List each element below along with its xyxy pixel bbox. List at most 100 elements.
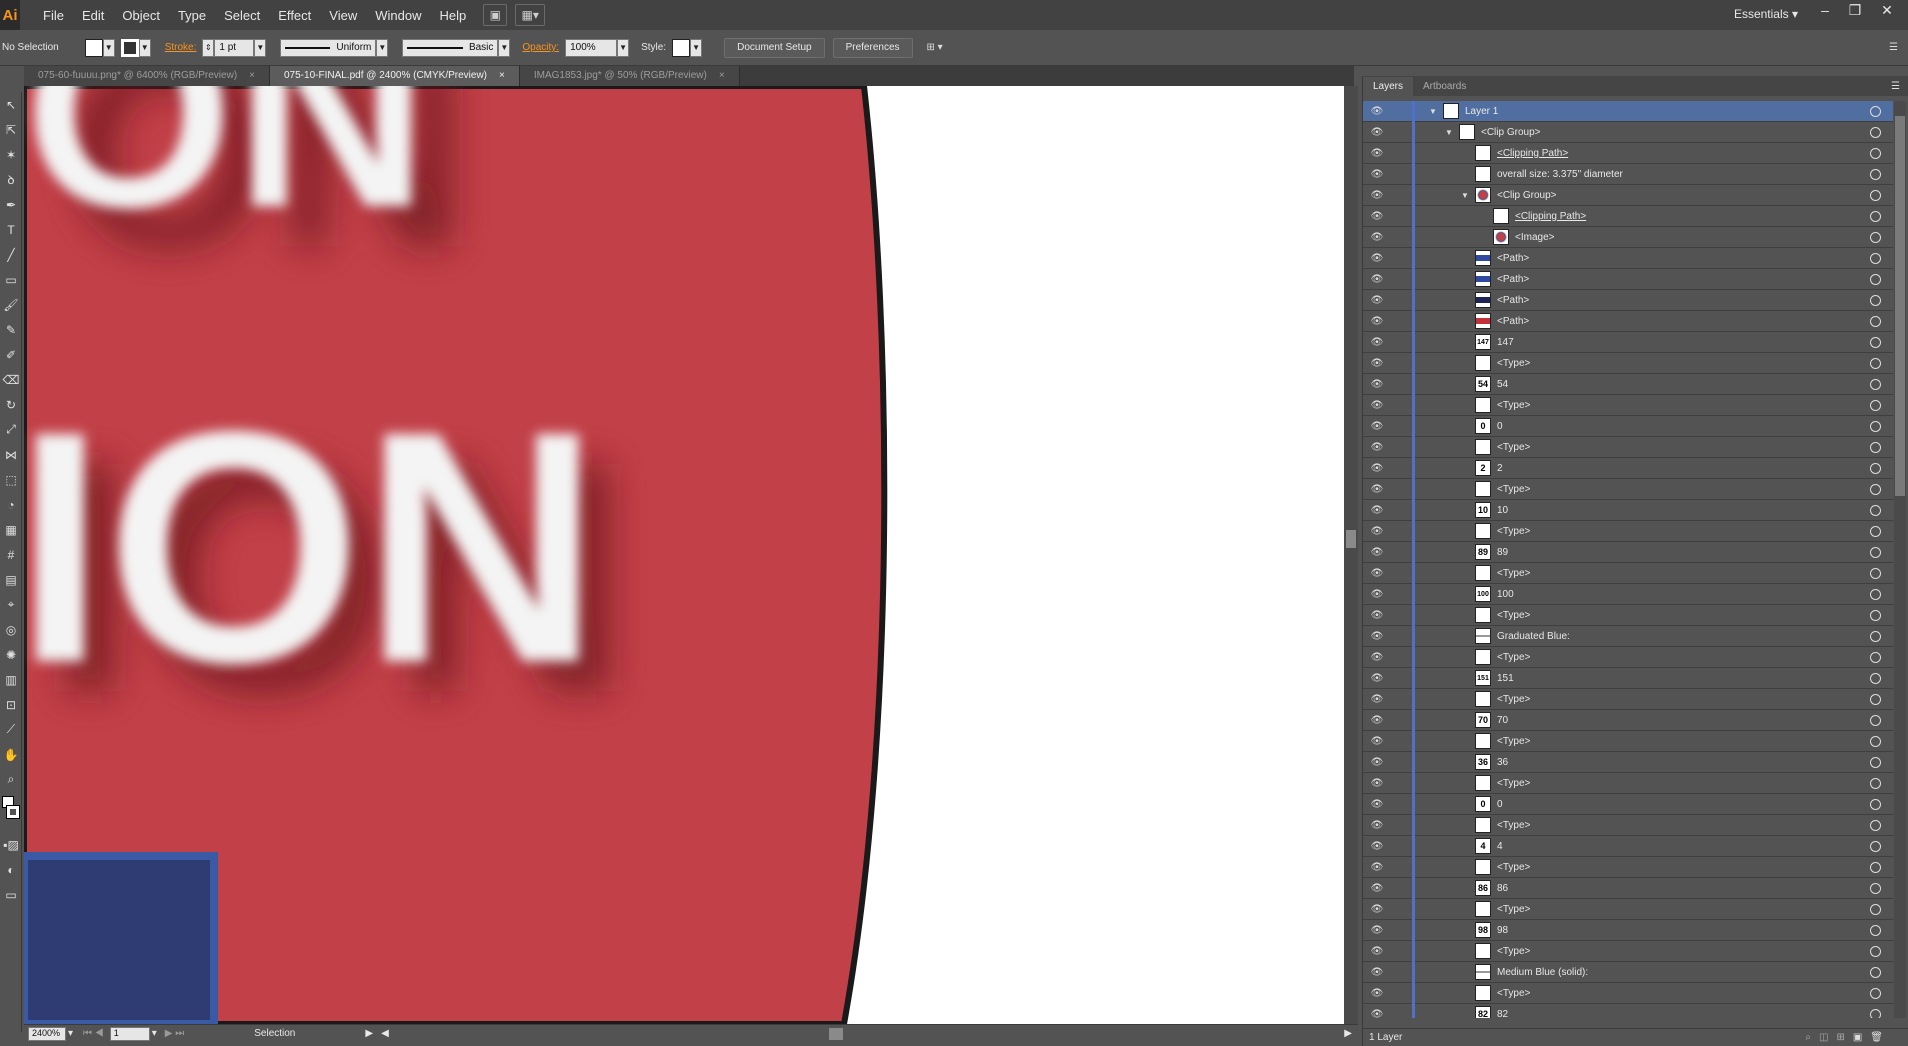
layer-row[interactable]: 👁 Medium Blue (solid): — [1363, 962, 1893, 983]
target-circle-icon[interactable] — [1870, 210, 1881, 222]
visibility-eye-icon[interactable]: 👁 — [1369, 169, 1385, 180]
stroke-label[interactable]: Stroke: — [165, 42, 197, 53]
fill-dropdown-icon[interactable]: ▼ — [102, 38, 115, 57]
target-circle-icon[interactable] — [1870, 630, 1881, 642]
layer-name[interactable]: <Type> — [1497, 526, 1530, 537]
layer-row[interactable]: 👁 Graduated Blue: — [1363, 626, 1893, 647]
menu-file[interactable]: File — [34, 8, 73, 23]
layer-row[interactable]: 👁 <Type> — [1363, 773, 1893, 794]
visibility-eye-icon[interactable]: 👁 — [1369, 673, 1385, 684]
stroke-dropdown-icon[interactable]: ▼ — [138, 38, 151, 57]
new-layer-icon[interactable]: ▣ — [1853, 1032, 1862, 1043]
artboard-dropdown-icon[interactable]: ▾ — [152, 1028, 157, 1039]
layer-name[interactable]: <Type> — [1497, 946, 1530, 957]
panel-menu-icon[interactable]: ☰ — [1883, 77, 1908, 96]
layer-row[interactable]: 👁 <Type> — [1363, 605, 1893, 626]
target-circle-icon[interactable] — [1870, 252, 1881, 264]
eyedropper-tool-icon[interactable]: ⌖ — [0, 592, 22, 617]
visibility-eye-icon[interactable]: 👁 — [1369, 421, 1385, 432]
gradient-tool-icon[interactable]: ▤ — [0, 567, 22, 592]
target-circle-icon[interactable] — [1870, 861, 1881, 873]
layer-name[interactable]: 98 — [1497, 925, 1508, 936]
layer-name[interactable]: <Type> — [1497, 862, 1530, 873]
workspace-switcher[interactable]: Essentials ▾ — [1734, 7, 1798, 21]
target-circle-icon[interactable] — [1870, 168, 1881, 180]
main-text[interactable]: ION — [24, 362, 601, 731]
blue-box-shape[interactable] — [24, 852, 218, 1024]
visibility-eye-icon[interactable]: 👁 — [1369, 883, 1385, 894]
target-circle-icon[interactable] — [1870, 126, 1881, 138]
document-setup-button[interactable]: Document Setup — [724, 37, 825, 58]
preferences-button[interactable]: Preferences — [832, 37, 913, 58]
visibility-eye-icon[interactable]: 👁 — [1369, 484, 1385, 495]
paintbrush-tool-icon[interactable]: 🖌 — [0, 292, 22, 317]
menu-window[interactable]: Window — [366, 8, 430, 23]
target-circle-icon[interactable] — [1870, 714, 1881, 726]
artboard-tool-icon[interactable]: ⊡ — [0, 692, 22, 717]
layer-row[interactable]: 👁 <Type> — [1363, 647, 1893, 668]
layer-row[interactable]: 👁 54 54 — [1363, 374, 1893, 395]
pencil-tool-icon[interactable]: ✎ — [0, 317, 22, 342]
layer-name[interactable]: 82 — [1497, 1009, 1508, 1019]
target-circle-icon[interactable] — [1870, 924, 1881, 936]
layer-row[interactable]: 👁 <Type> — [1363, 857, 1893, 878]
layer-row[interactable]: 👁 <Image> — [1363, 227, 1893, 248]
layer-name[interactable]: <Type> — [1497, 652, 1530, 663]
close-tab-icon[interactable]: × — [499, 70, 505, 86]
layer-name[interactable]: 70 — [1497, 715, 1508, 726]
type-tool-icon[interactable]: T — [0, 217, 22, 242]
layer-row[interactable]: 👁 <Clipping Path> — [1363, 206, 1893, 227]
layer-name[interactable]: 0 — [1497, 799, 1503, 810]
blob-brush-tool-icon[interactable]: ✐ — [0, 342, 22, 367]
zoom-tool-icon[interactable]: ⌕ — [0, 767, 22, 792]
slice-tool-icon[interactable]: ⟋ — [0, 717, 22, 742]
artboard-number-field[interactable]: 1 — [109, 1026, 150, 1041]
stroke-weight-field[interactable]: 1 pt — [214, 38, 255, 57]
target-circle-icon[interactable] — [1870, 378, 1881, 390]
layer-name[interactable]: <Type> — [1497, 610, 1530, 621]
layer-name[interactable]: <Type> — [1497, 778, 1530, 789]
target-circle-icon[interactable] — [1870, 231, 1881, 243]
first-artboard-icon[interactable]: ⏮ ◀ — [83, 1028, 104, 1039]
variable-width-profile[interactable]: Uniform — [280, 38, 377, 57]
target-circle-icon[interactable] — [1870, 756, 1881, 768]
layer-name[interactable]: <Path> — [1497, 253, 1529, 264]
visibility-eye-icon[interactable]: 👁 — [1369, 757, 1385, 768]
layer-name[interactable]: Layer 1 — [1465, 106, 1498, 117]
layer-row[interactable]: 👁 <Type> — [1363, 521, 1893, 542]
opacity-label[interactable]: Opacity: — [522, 42, 559, 53]
target-circle-icon[interactable] — [1870, 294, 1881, 306]
target-circle-icon[interactable] — [1870, 504, 1881, 516]
target-circle-icon[interactable] — [1870, 147, 1881, 159]
layer-row[interactable]: 👁 <Clipping Path> — [1363, 143, 1893, 164]
menu-type[interactable]: Type — [169, 8, 215, 23]
layer-name[interactable]: <Clip Group> — [1497, 190, 1556, 201]
layer-name[interactable]: 89 — [1497, 547, 1508, 558]
scroll-left-icon[interactable]: ◀ — [381, 1028, 389, 1039]
document-tab[interactable]: 075-60-fuuuu.png* @ 6400% (RGB/Preview) × — [24, 66, 270, 86]
visibility-eye-icon[interactable]: 👁 — [1369, 526, 1385, 537]
stroke-stepper-icon[interactable]: ⇕ — [202, 38, 215, 57]
stroke-weight-dropdown-icon[interactable]: ▼ — [254, 38, 267, 57]
bridge-icon[interactable]: ▣ — [483, 4, 508, 26]
visibility-eye-icon[interactable]: 👁 — [1369, 967, 1385, 978]
new-sublayer-icon[interactable]: ⊞ — [1836, 1032, 1844, 1043]
target-circle-icon[interactable] — [1870, 693, 1881, 705]
rotate-tool-icon[interactable]: ↻ — [0, 392, 22, 417]
brush-dropdown-icon[interactable]: ▼ — [498, 38, 511, 57]
layer-name[interactable]: 100 — [1497, 589, 1514, 600]
target-circle-icon[interactable] — [1870, 903, 1881, 915]
visibility-eye-icon[interactable]: 👁 — [1369, 610, 1385, 621]
menu-help[interactable]: Help — [430, 8, 475, 23]
visibility-eye-icon[interactable]: 👁 — [1369, 715, 1385, 726]
target-circle-icon[interactable] — [1870, 819, 1881, 831]
visibility-eye-icon[interactable]: 👁 — [1369, 400, 1385, 411]
visibility-eye-icon[interactable]: 👁 — [1369, 1009, 1385, 1019]
layer-name[interactable]: <Type> — [1497, 988, 1530, 999]
visibility-eye-icon[interactable]: 👁 — [1369, 925, 1385, 936]
brush-definition[interactable]: Basic — [402, 38, 499, 57]
layer-name[interactable]: <Clipping Path> — [1515, 211, 1586, 222]
style-dropdown-icon[interactable]: ▼ — [690, 38, 703, 57]
layer-name[interactable]: <Clipping Path> — [1497, 148, 1568, 159]
layer-row[interactable]: 👁 ▼ Layer 1 — [1363, 101, 1893, 122]
